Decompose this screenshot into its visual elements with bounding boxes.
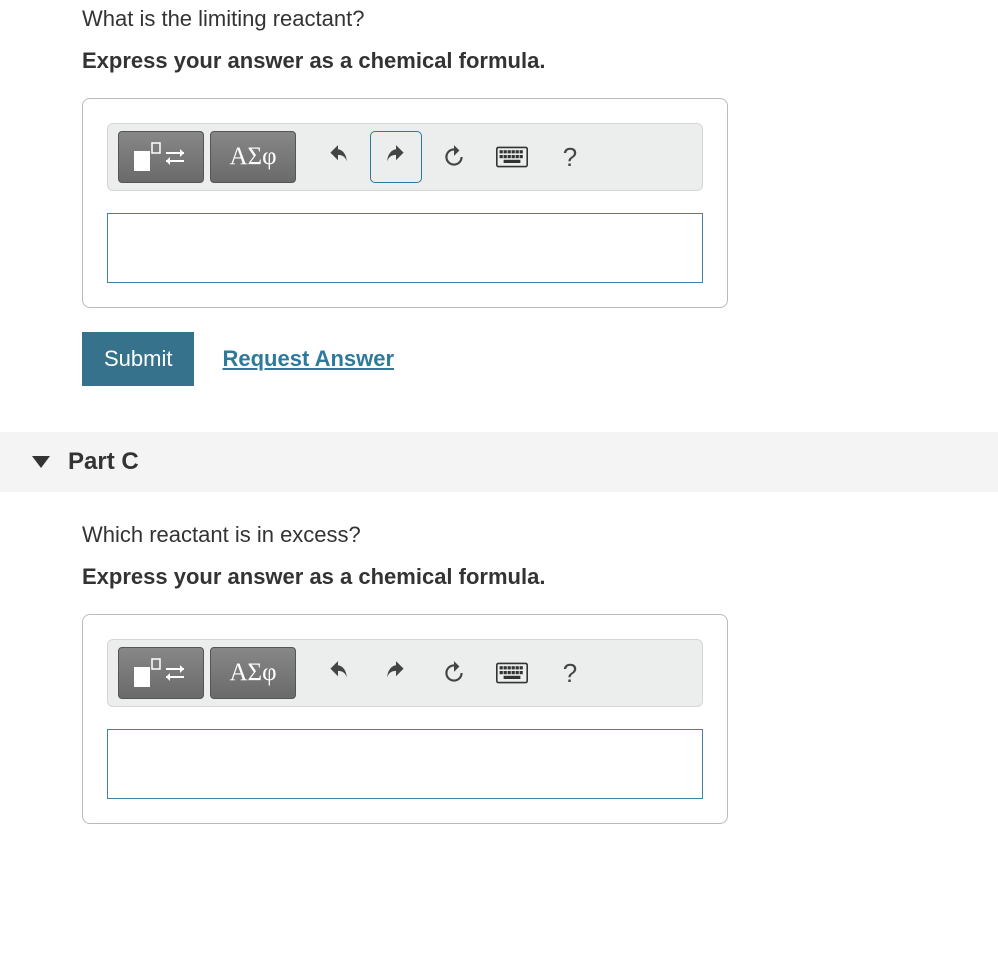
instruction-text: Express your answer as a chemical formul… [82,564,998,590]
question-text: What is the limiting reactant? [82,6,998,32]
reset-button[interactable] [428,131,480,183]
chemistry-template-button[interactable] [118,131,204,183]
answer-box: ΑΣφ [82,98,728,308]
help-button[interactable]: ? [544,131,596,183]
reset-button[interactable] [428,647,480,699]
redo-button[interactable] [370,647,422,699]
undo-button[interactable] [312,647,364,699]
formula-input[interactable] [107,729,703,799]
keyboard-button[interactable] [486,131,538,183]
part-title: Part C [68,448,139,476]
formula-toolbar: ΑΣφ [107,123,703,191]
formula-input[interactable] [107,213,703,283]
answer-box: ΑΣφ [82,614,728,824]
part-header[interactable]: Part C [0,432,998,492]
greek-letters-button[interactable]: ΑΣφ [210,647,296,699]
chemistry-template-button[interactable] [118,647,204,699]
help-button[interactable]: ? [544,647,596,699]
instruction-text: Express your answer as a chemical formul… [82,48,998,74]
submit-button[interactable]: Submit [82,332,194,386]
request-answer-link[interactable]: Request Answer [222,346,394,372]
question-text: Which reactant is in excess? [82,522,998,548]
redo-button[interactable] [370,131,422,183]
collapse-icon [32,456,50,468]
keyboard-button[interactable] [486,647,538,699]
formula-toolbar: ΑΣφ [107,639,703,707]
greek-letters-button[interactable]: ΑΣφ [210,131,296,183]
undo-button[interactable] [312,131,364,183]
